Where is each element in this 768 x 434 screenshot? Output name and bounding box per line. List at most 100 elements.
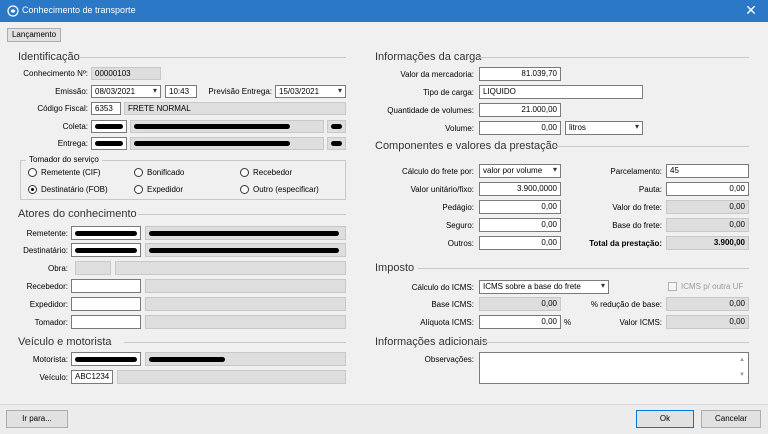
previsao-label: Previsão Entrega: bbox=[208, 87, 272, 96]
section-divider bbox=[478, 57, 749, 58]
radio-destinatario-fob[interactable]: Destinatário (FOB) bbox=[28, 185, 128, 195]
motorista-label: Motorista: bbox=[32, 355, 68, 364]
componentes-title: Componentes e valores da prestação bbox=[375, 140, 558, 152]
aliquota-icms-label: Alíquota ICMS: bbox=[420, 318, 474, 327]
previsao-date-value: 15/03/2021 bbox=[279, 87, 320, 96]
radio-button[interactable] bbox=[240, 168, 249, 177]
parcelamento-field[interactable]: 45 bbox=[666, 164, 749, 178]
base-frete-field: 0,00 bbox=[666, 218, 749, 232]
calculo-icms-label: Cálculo do ICMS: bbox=[411, 283, 474, 292]
chevron-down-icon: ▾ bbox=[634, 122, 639, 131]
seguro-label: Seguro: bbox=[445, 221, 474, 230]
base-icms-label: Base ICMS: bbox=[431, 300, 474, 309]
volume-unit-select[interactable]: litros ▾ bbox=[565, 121, 643, 135]
veiculo-label: Veículo: bbox=[39, 373, 68, 382]
calculo-icms-value: ICMS sobre a base do frete bbox=[483, 282, 581, 291]
tomador-title: Tomador do serviço bbox=[26, 155, 102, 165]
reducao-base-field: 0,00 bbox=[666, 297, 749, 311]
remetente-code-field[interactable] bbox=[71, 226, 141, 240]
tipo-carga-field[interactable]: LIQUIDO bbox=[479, 85, 643, 99]
icms-outra-uf-label: ICMS p/ outra UF bbox=[681, 282, 744, 291]
seguro-field[interactable]: 0,00 bbox=[479, 218, 561, 232]
radio-outro[interactable]: Outro (especificar) bbox=[240, 185, 344, 195]
outros-field[interactable]: 0,00 bbox=[479, 236, 561, 250]
identificacao-title: Identificação bbox=[18, 51, 80, 63]
pauta-field[interactable]: 0,00 bbox=[666, 182, 749, 196]
cfop-code-field[interactable]: 6353 bbox=[91, 102, 121, 115]
motorista-code-field[interactable] bbox=[71, 352, 141, 366]
volume-field[interactable]: 0,00 bbox=[479, 121, 561, 135]
calculo-icms-select[interactable]: ICMS sobre a base do frete ▾ bbox=[479, 280, 609, 294]
section-divider bbox=[124, 342, 346, 343]
total-prestacao-field: 3.900,00 bbox=[666, 236, 749, 250]
radio-button[interactable] bbox=[134, 168, 143, 177]
coleta-code-field[interactable] bbox=[91, 120, 127, 133]
entrega-code-field[interactable] bbox=[91, 137, 127, 150]
motorista-name-field bbox=[145, 352, 346, 366]
radio-remetente-cif[interactable]: Remetente (CIF) bbox=[28, 168, 128, 178]
section-divider bbox=[418, 268, 749, 269]
atores-title: Atores do conhecimento bbox=[18, 208, 137, 220]
radio-expedidor[interactable]: Expedidor bbox=[134, 185, 234, 195]
valor-unitario-field[interactable]: 3.900,0000 bbox=[479, 182, 561, 196]
recebedor-label: Recebedor: bbox=[26, 282, 68, 291]
chevron-down-icon: ▾ bbox=[600, 281, 605, 290]
valor-frete-label: Valor do frete: bbox=[612, 203, 662, 212]
calculo-frete-select[interactable]: valor por volume ▾ bbox=[479, 164, 561, 178]
radio-button[interactable] bbox=[240, 185, 249, 194]
section-divider bbox=[554, 146, 749, 147]
lancamento-button[interactable]: Lançamento bbox=[7, 28, 61, 42]
app-icon bbox=[7, 5, 19, 17]
pauta-label: Pauta: bbox=[638, 185, 662, 194]
section-divider bbox=[138, 214, 346, 215]
scroll-down-icon[interactable]: ▼ bbox=[739, 370, 745, 381]
scroll-up-icon[interactable]: ▲ bbox=[739, 355, 745, 366]
calculo-frete-label: Cálculo do frete por: bbox=[401, 167, 474, 176]
pedagio-field[interactable]: 0,00 bbox=[479, 200, 561, 214]
tomador-code-field[interactable] bbox=[71, 315, 141, 329]
base-frete-label: Base do frete: bbox=[612, 221, 662, 230]
veiculo-plate-field[interactable]: ABC1234 bbox=[71, 370, 113, 384]
coleta-uf-field bbox=[327, 120, 346, 133]
icms-outra-uf-checkbox[interactable] bbox=[668, 282, 677, 291]
imposto-title: Imposto bbox=[375, 262, 415, 274]
carga-title: Informações da carga bbox=[375, 51, 482, 63]
remetente-name-field bbox=[145, 226, 346, 240]
outros-label: Outros: bbox=[447, 239, 474, 248]
radio-button[interactable] bbox=[134, 185, 143, 194]
valor-mercadoria-label: Valor da mercadoria: bbox=[400, 70, 474, 79]
quantidade-field[interactable]: 21.000,00 bbox=[479, 103, 561, 117]
observacoes-textarea[interactable]: ▲ ▼ bbox=[479, 352, 749, 384]
percent-sign: % bbox=[564, 318, 572, 327]
emissao-date-picker[interactable]: 08/03/2021 ▾ bbox=[91, 85, 161, 98]
chevron-down-icon: ▾ bbox=[552, 165, 557, 174]
adicionais-title: Informações adicionais bbox=[375, 336, 488, 348]
expedidor-code-field[interactable] bbox=[71, 297, 141, 311]
ok-button[interactable]: Ok bbox=[636, 410, 694, 428]
entrega-label: Entrega: bbox=[57, 139, 88, 148]
chevron-down-icon: ▾ bbox=[337, 86, 342, 95]
destinatario-name-field bbox=[145, 243, 346, 257]
close-icon[interactable]: ✕ bbox=[744, 3, 758, 17]
total-prestacao-label: Total da prestação: bbox=[589, 239, 662, 248]
entrega-name-field bbox=[130, 137, 324, 150]
radio-button-selected[interactable] bbox=[28, 185, 37, 194]
veiculo-description-field bbox=[117, 370, 346, 384]
quantidade-label: Quantidade de volumes: bbox=[387, 106, 474, 115]
obra-label: Obra: bbox=[47, 264, 68, 273]
destinatario-label: Destinatário: bbox=[23, 246, 68, 255]
valor-unitario-label: Valor unitário/fixo: bbox=[410, 185, 474, 194]
reducao-base-label: % redução de base: bbox=[590, 300, 662, 309]
radio-button[interactable] bbox=[28, 168, 37, 177]
cancelar-button[interactable]: Cancelar bbox=[701, 410, 761, 428]
radio-recebedor[interactable]: Recebedor bbox=[240, 168, 340, 178]
aliquota-icms-field[interactable]: 0,00 bbox=[479, 315, 561, 329]
recebedor-code-field[interactable] bbox=[71, 279, 141, 293]
ir-para-button[interactable]: Ir para... bbox=[6, 410, 68, 428]
destinatario-code-field[interactable] bbox=[71, 243, 141, 257]
previsao-date-picker[interactable]: 15/03/2021 ▾ bbox=[275, 85, 346, 98]
valor-mercadoria-field[interactable]: 81.039,70 bbox=[479, 67, 561, 81]
valor-frete-field: 0,00 bbox=[666, 200, 749, 214]
emissao-time-field[interactable]: 10:43 bbox=[165, 85, 197, 98]
radio-bonificado[interactable]: Bonificado bbox=[134, 168, 234, 178]
